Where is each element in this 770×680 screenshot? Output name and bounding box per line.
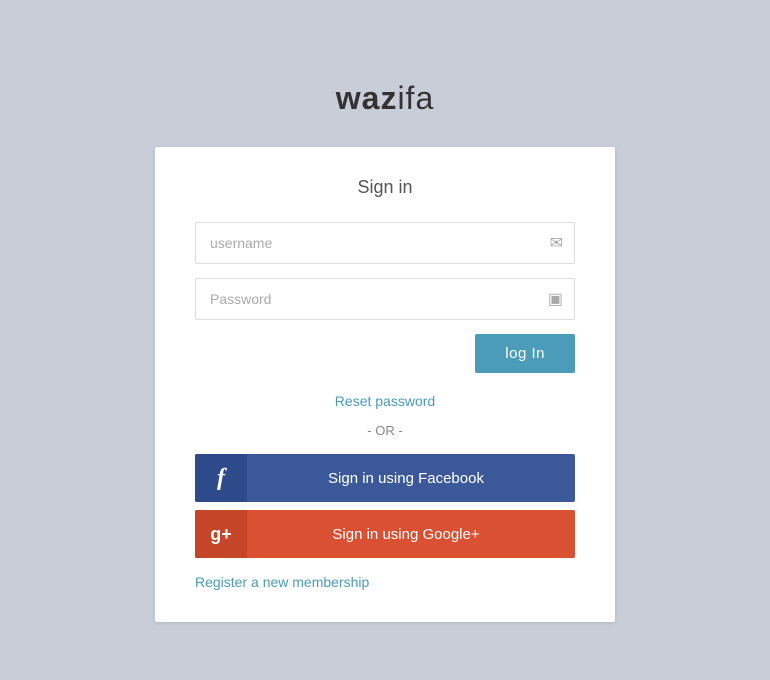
register-link-row: Register a new membership <box>195 574 575 592</box>
login-btn-row: log In <box>195 334 575 373</box>
logo-light: ifa <box>397 80 434 116</box>
password-input[interactable] <box>195 278 575 320</box>
logo: wazifa <box>336 80 434 117</box>
google-button-label: Sign in using Google+ <box>247 526 575 543</box>
facebook-button-label: Sign in using Facebook <box>247 470 575 487</box>
google-icon: g+ <box>195 510 247 558</box>
username-group: ✉ <box>195 222 575 264</box>
password-group: ▣ <box>195 278 575 320</box>
register-link[interactable]: Register a new membership <box>195 574 369 590</box>
login-button[interactable]: log In <box>475 334 575 373</box>
reset-password-row: Reset password <box>195 393 575 411</box>
login-card: Sign in ✉ ▣ log In Reset password - OR -… <box>155 147 615 622</box>
google-login-button[interactable]: g+ Sign in using Google+ <box>195 510 575 558</box>
logo-bold: waz <box>336 80 398 116</box>
username-input[interactable] <box>195 222 575 264</box>
or-divider: - OR - <box>195 423 575 438</box>
facebook-icon: f <box>195 454 247 502</box>
sign-in-title: Sign in <box>195 177 575 198</box>
reset-password-link[interactable]: Reset password <box>335 393 435 409</box>
facebook-login-button[interactable]: f Sign in using Facebook <box>195 454 575 502</box>
